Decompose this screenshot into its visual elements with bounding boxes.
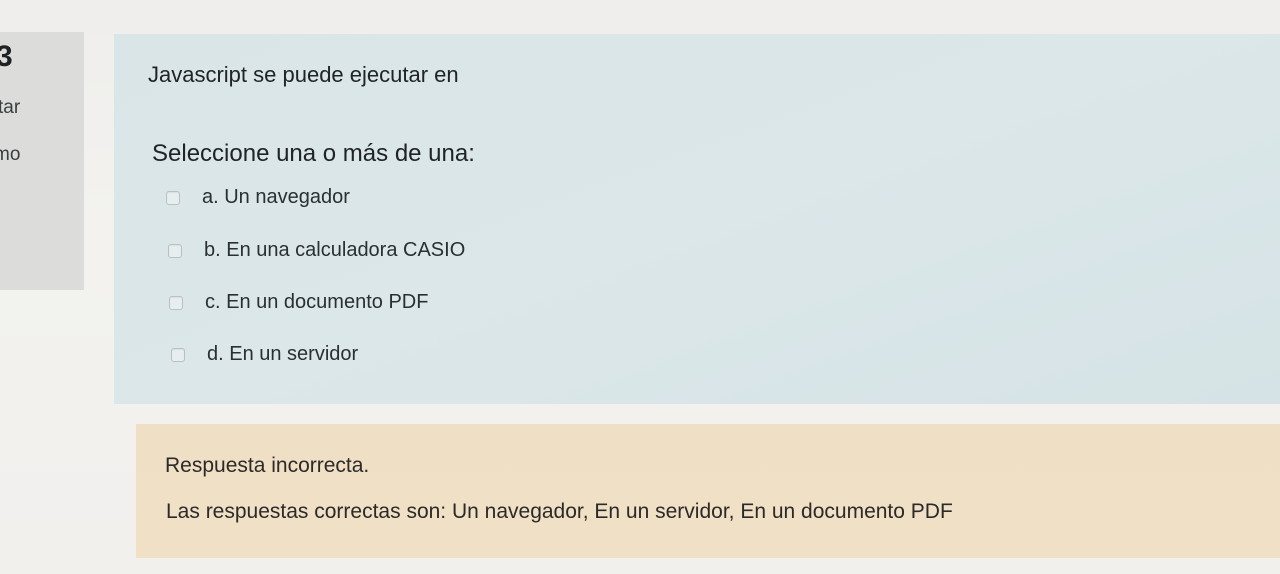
option-c-checkbox[interactable]	[169, 295, 183, 310]
option-a-label[interactable]: a. Un navegador	[202, 186, 350, 209]
question-state-label: tar	[0, 97, 21, 118]
option-d-label[interactable]: d. En un servidor	[207, 343, 358, 366]
feedback-panel	[136, 424, 1280, 558]
option-c-label[interactable]: c. En un documento PDF	[205, 291, 428, 314]
option-d-checkbox[interactable]	[171, 347, 185, 362]
question-grade-label: mo	[0, 144, 21, 165]
option-b-label[interactable]: b. En una calculadora CASIO	[204, 239, 465, 262]
option-a[interactable]: a. Un navegador	[166, 186, 350, 209]
question-text: Javascript se puede ejecutar en	[148, 62, 459, 87]
option-a-checkbox[interactable]	[166, 190, 180, 205]
feedback-correct-answers: Las respuestas correctas son: Un navegad…	[166, 500, 953, 523]
question-number: 3	[0, 40, 13, 73]
option-c[interactable]: c. En un documento PDF	[169, 291, 428, 314]
option-b[interactable]: b. En una calculadora CASIO	[168, 239, 465, 262]
option-d[interactable]: d. En un servidor	[171, 343, 358, 366]
answer-prompt: Seleccione una o más de una:	[152, 140, 475, 167]
feedback-result: Respuesta incorrecta.	[165, 454, 370, 477]
option-b-checkbox[interactable]	[168, 243, 182, 258]
